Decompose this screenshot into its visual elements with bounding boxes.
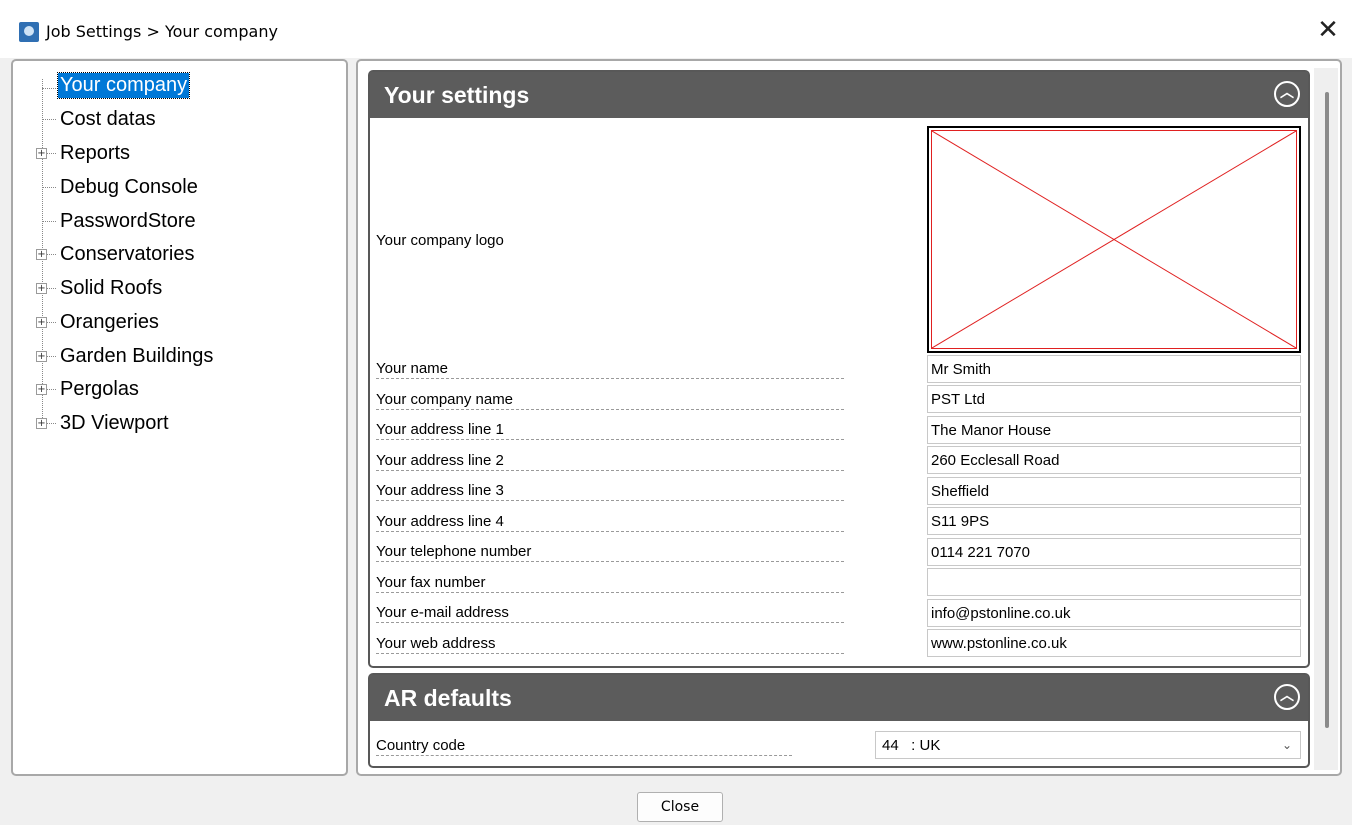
chevron-down-icon: ⌄ xyxy=(1281,738,1292,752)
expand-plus-icon[interactable]: + xyxy=(36,249,47,260)
row-divider xyxy=(376,561,844,562)
field-label: Your address line 3 xyxy=(376,482,504,499)
field-label: Your name xyxy=(376,360,448,377)
ar-defaults-header[interactable]: AR defaults ︿ xyxy=(370,675,1308,721)
tree-connector xyxy=(42,187,56,188)
field-label: Your address line 4 xyxy=(376,513,504,530)
tree-item-label[interactable]: Pergolas xyxy=(58,377,141,402)
row-divider xyxy=(376,653,844,654)
field-label: Your address line 1 xyxy=(376,421,504,438)
address-line-2-input[interactable]: 260 Ecclesall Road xyxy=(927,446,1301,474)
section-title: AR defaults xyxy=(384,685,512,711)
window-close-button[interactable]: ✕ xyxy=(1312,14,1344,46)
collapse-chevron-up-icon[interactable]: ︿ xyxy=(1274,684,1300,710)
fax-input[interactable] xyxy=(927,568,1301,596)
image-placeholder-cross-icon xyxy=(932,131,1296,348)
scrollbar-thumb[interactable] xyxy=(1325,92,1329,728)
your-settings-section: Your settings ︿ Your company logo Your n… xyxy=(368,70,1310,668)
close-button[interactable]: Close xyxy=(637,792,723,822)
row-divider xyxy=(376,500,844,501)
expand-plus-icon[interactable]: + xyxy=(36,317,47,328)
tree-item-label[interactable]: PasswordStore xyxy=(58,209,198,234)
country-code-value: 44 : UK xyxy=(882,737,941,754)
tree-item-label[interactable]: Solid Roofs xyxy=(58,276,164,301)
email-input[interactable]: info@pstonline.co.uk xyxy=(927,599,1301,627)
app-logo-icon xyxy=(19,22,39,42)
row-divider xyxy=(376,409,844,410)
expand-plus-icon[interactable]: + xyxy=(36,283,47,294)
tree-item-label[interactable]: Debug Console xyxy=(58,175,200,200)
tree-connector xyxy=(42,119,56,120)
collapse-chevron-up-icon[interactable]: ︿ xyxy=(1274,81,1300,107)
field-label: Your web address xyxy=(376,635,496,652)
row-divider xyxy=(376,531,844,532)
ar-defaults-section: AR defaults ︿ Country code 44 : UK ⌄ xyxy=(368,673,1310,768)
tree-item-label[interactable]: Your company xyxy=(56,72,191,99)
expand-plus-icon[interactable]: + xyxy=(36,384,47,395)
your-name-input[interactable]: Mr Smith xyxy=(927,355,1301,383)
address-line-1-input[interactable]: The Manor House xyxy=(927,416,1301,444)
row-divider xyxy=(376,378,844,379)
tree-connector xyxy=(42,88,56,89)
row-divider xyxy=(376,622,844,623)
web-address-input[interactable]: www.pstonline.co.uk xyxy=(927,629,1301,657)
title-bar: Job Settings > Your company ✕ xyxy=(0,0,1352,58)
company-name-input[interactable]: PST Ltd xyxy=(927,385,1301,413)
your-settings-header[interactable]: Your settings ︿ xyxy=(370,72,1308,118)
expand-plus-icon[interactable]: + xyxy=(36,148,47,159)
tree-item-label[interactable]: Garden Buildings xyxy=(58,344,215,369)
row-divider xyxy=(376,439,844,440)
tree-item-label[interactable]: Cost datas xyxy=(58,107,158,132)
tree-item-label[interactable]: Conservatories xyxy=(58,242,197,267)
company-logo-label: Your company logo xyxy=(376,232,504,249)
tree-item-label[interactable]: Reports xyxy=(58,141,132,166)
country-code-label: Country code xyxy=(376,737,466,754)
section-title: Your settings xyxy=(384,82,530,108)
field-label: Your address line 2 xyxy=(376,452,504,469)
address-line-4-input[interactable]: S11 9PS xyxy=(927,507,1301,535)
address-line-3-input[interactable]: Sheffield xyxy=(927,477,1301,505)
field-label: Your telephone number xyxy=(376,543,532,560)
missing-image-placeholder xyxy=(931,130,1297,349)
tree-connector xyxy=(42,221,56,222)
expand-plus-icon[interactable]: + xyxy=(36,351,47,362)
window-title: Job Settings > Your company xyxy=(46,22,278,41)
settings-tree: Your company Cost datas + Reports Debug … xyxy=(11,59,348,776)
tree-item-label[interactable]: 3D Viewport xyxy=(58,411,171,436)
tree-item-label[interactable]: Orangeries xyxy=(58,310,161,335)
field-label: Your fax number xyxy=(376,574,486,591)
row-divider xyxy=(376,470,844,471)
telephone-input[interactable]: 0114 221 7070 xyxy=(927,538,1301,566)
field-label: Your e-mail address xyxy=(376,604,509,621)
expand-plus-icon[interactable]: + xyxy=(36,418,47,429)
country-code-select[interactable]: 44 : UK ⌄ xyxy=(875,731,1301,759)
row-divider xyxy=(376,755,792,756)
row-divider xyxy=(376,592,844,593)
company-logo-image[interactable] xyxy=(927,126,1301,353)
field-label: Your company name xyxy=(376,391,514,408)
